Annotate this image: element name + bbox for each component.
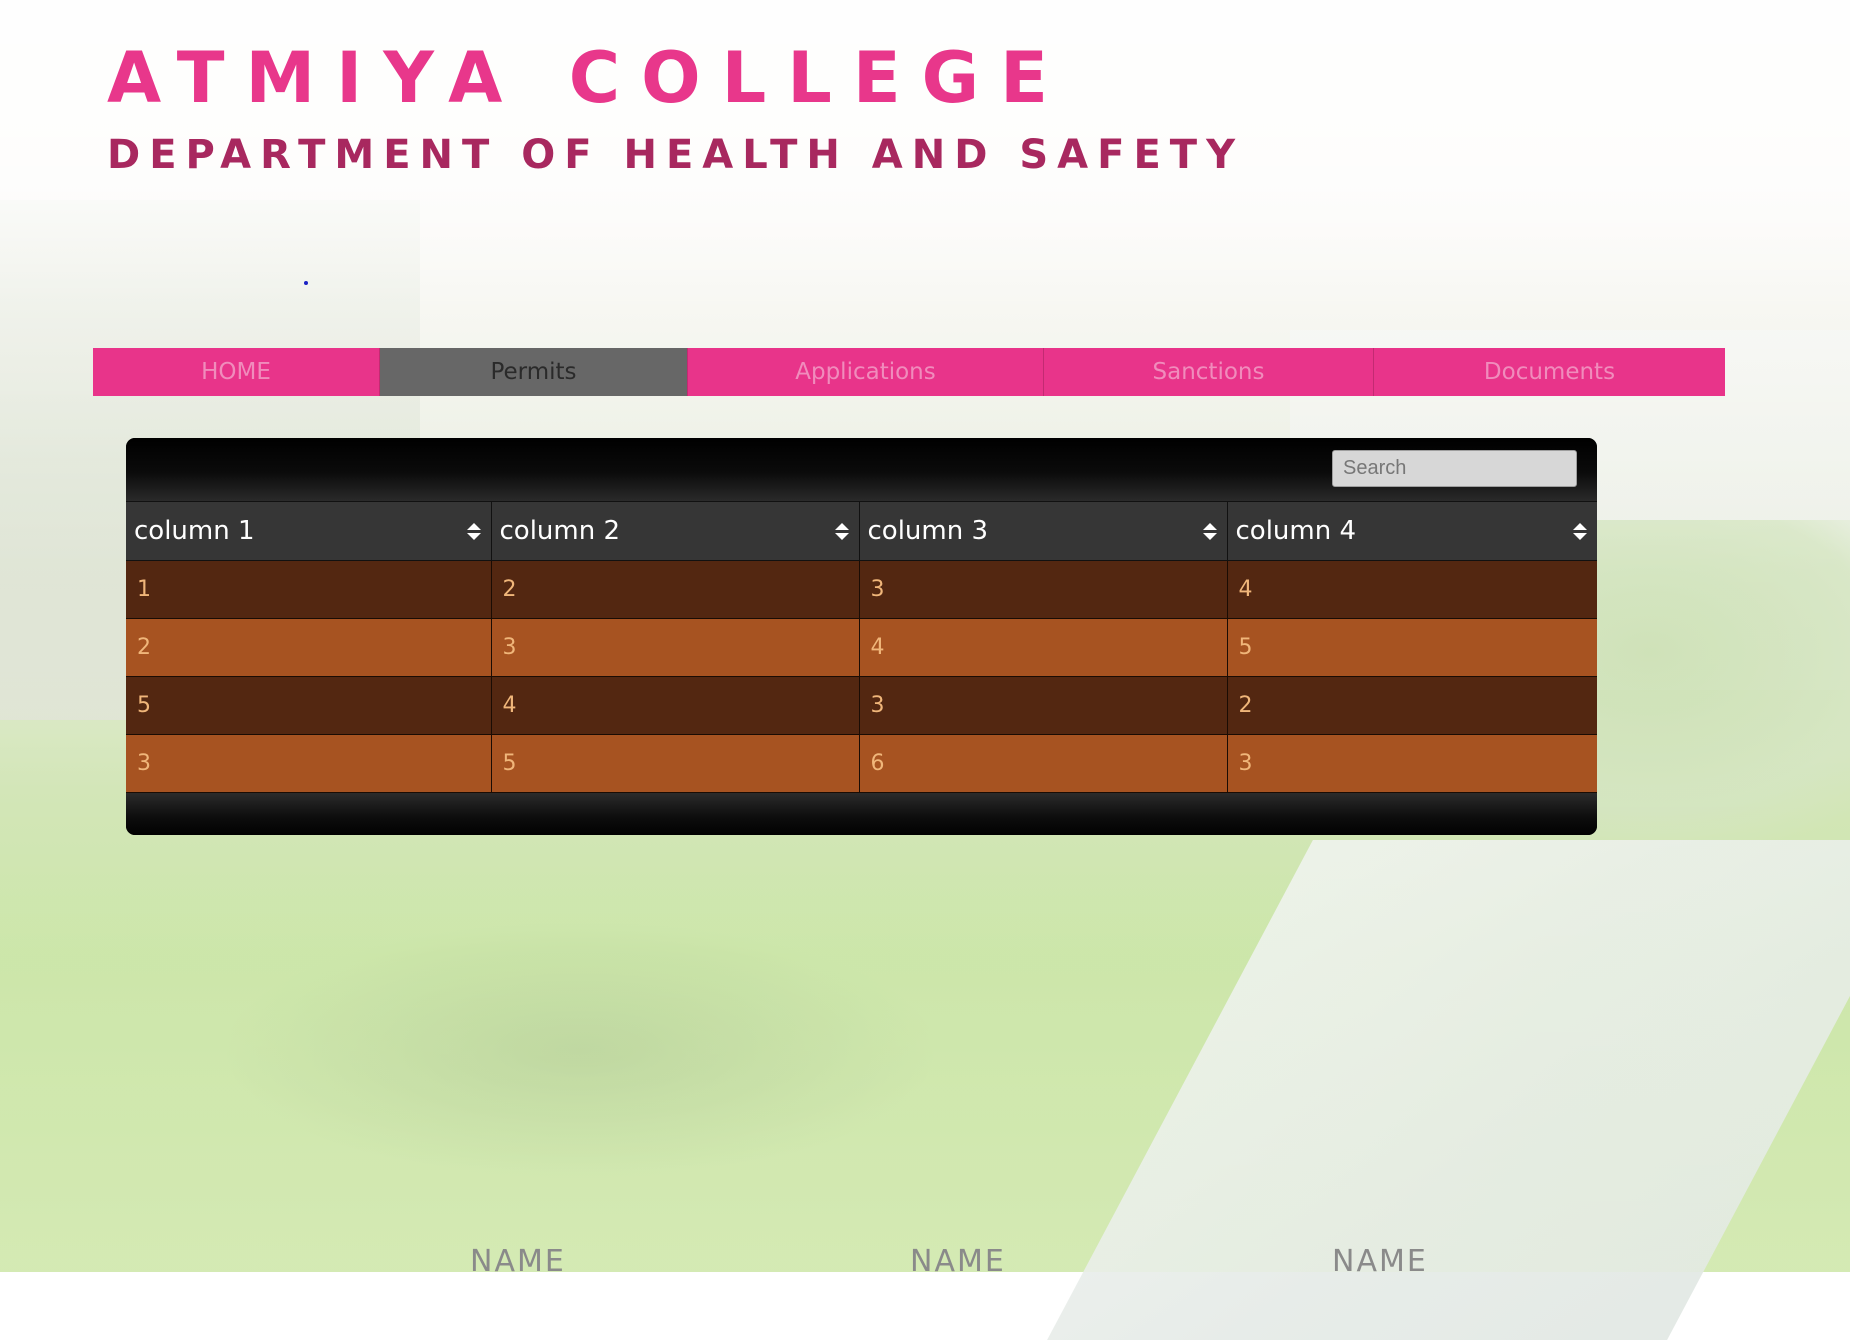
search-input[interactable]: [1332, 450, 1577, 487]
table-cell: 5: [491, 734, 860, 793]
nav-item-home[interactable]: HOME: [93, 348, 380, 396]
column-header-label: column 4: [1235, 516, 1357, 546]
table-cell: 3: [859, 560, 1228, 619]
table-cell: 1: [126, 560, 492, 619]
column-header-1[interactable]: column 1: [126, 501, 492, 561]
sort-both-icon[interactable]: [1202, 522, 1217, 540]
nav-item-permits[interactable]: Permits: [380, 348, 688, 396]
table-cell: 5: [1227, 618, 1597, 677]
stray-dot: [304, 281, 308, 285]
sort-both-icon[interactable]: [466, 522, 481, 540]
table-toolbar: [126, 438, 1597, 501]
table-cell: 4: [859, 618, 1228, 677]
table-cell: 3: [126, 734, 492, 793]
site-subtitle: DEPARTMENT OF HEALTH AND SAFETY: [107, 132, 1245, 178]
data-table-widget: column 1 column 2 column 3: [126, 438, 1597, 835]
table-body: 1 2 3 4 2 3 4 5 5 4 3 2 3 5 6 3: [126, 560, 1597, 793]
table-row: 5 4 3 2: [126, 676, 1597, 735]
table-cell: 3: [859, 676, 1228, 735]
profile-name-label: NAME: [910, 1244, 1006, 1279]
table-cell: 4: [491, 676, 860, 735]
table-row: 1 2 3 4: [126, 560, 1597, 619]
table-cell: 6: [859, 734, 1228, 793]
nav-item-sanctions[interactable]: Sanctions: [1044, 348, 1374, 396]
data-table: column 1 column 2 column 3 column 4 1 2 …: [126, 501, 1597, 793]
profile-name-label: NAME: [470, 1244, 566, 1279]
table-row: 2 3 4 5: [126, 618, 1597, 677]
column-header-label: column 1: [134, 516, 255, 546]
column-header-label: column 2: [499, 516, 621, 546]
table-cell: 2: [491, 560, 860, 619]
column-header-3[interactable]: column 3: [859, 501, 1228, 561]
column-header-4[interactable]: column 4: [1227, 501, 1597, 561]
table-header: column 1 column 2 column 3 column 4: [126, 501, 1597, 561]
table-row: 3 5 6 3: [126, 734, 1597, 793]
table-cell: 2: [126, 618, 492, 677]
sort-both-icon[interactable]: [1573, 522, 1587, 540]
column-header-label: column 3: [867, 516, 989, 546]
column-header-2[interactable]: column 2: [491, 501, 860, 561]
nav-item-applications[interactable]: Applications: [688, 348, 1044, 396]
table-cell: 3: [491, 618, 860, 677]
table-cell: 2: [1227, 676, 1597, 735]
table-cell: 5: [126, 676, 492, 735]
table-cell: 4: [1227, 560, 1597, 619]
table-header-row: column 1 column 2 column 3 column 4: [126, 501, 1597, 561]
nav-item-documents[interactable]: Documents: [1374, 348, 1725, 396]
main-nav: HOME Permits Applications Sanctions Docu…: [93, 348, 1725, 396]
sort-both-icon[interactable]: [834, 522, 849, 540]
profile-name-label: NAME: [1332, 1244, 1428, 1279]
table-cell: 3: [1227, 734, 1597, 793]
table-footer: [126, 793, 1597, 835]
site-title: ATMIYA COLLEGE: [107, 37, 1069, 119]
